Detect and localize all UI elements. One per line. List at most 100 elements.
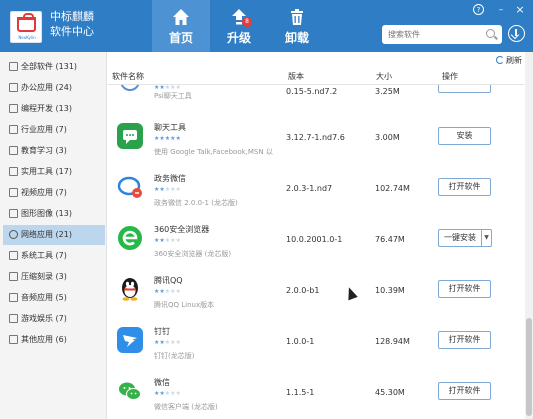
sidebar-item-label: 音频应用 (5) <box>21 293 67 302</box>
app-title: 中标麒麟 软件中心 <box>50 9 94 39</box>
gamepad-icon <box>9 314 18 323</box>
scrollbar-thumb[interactable] <box>526 318 532 416</box>
app-version: 2.0.3-1.nd7 <box>286 184 333 193</box>
image-icon <box>9 209 18 218</box>
category-sidebar: 全部软件 (131) 办公应用 (24) 编程开发 (13) 行业应用 (7) … <box>0 52 107 419</box>
sidebar-item-system[interactable]: 系统工具 (7) <box>3 246 105 266</box>
sidebar-item-label: 编程开发 (13) <box>21 104 72 113</box>
system-icon <box>9 251 18 260</box>
other-icon <box>9 335 18 344</box>
app-size: 10.39M <box>375 286 405 295</box>
sidebar-item-all[interactable]: 全部软件 (131) <box>3 57 105 77</box>
grid-icon <box>9 62 18 71</box>
sidebar-item-industry[interactable]: 行业应用 (7) <box>3 120 105 140</box>
sidebar-item-office[interactable]: 办公应用 (24) <box>3 78 105 98</box>
sidebar-item-label: 网络应用 (21) <box>21 230 72 239</box>
wechat-app-icon <box>117 378 143 404</box>
gov-wechat-app-icon <box>117 174 143 200</box>
app-description: 政务微信 2.0.0-1 (龙芯版) <box>154 199 238 207</box>
app-size: 45.30M <box>375 388 405 397</box>
app-name: 聊天工具 <box>154 123 186 132</box>
sidebar-item-audio[interactable]: 音频应用 (5) <box>3 288 105 308</box>
table-row[interactable]: ★★★★★ Psi聊天工具 0.15-5.nd7.2 3.25M <box>108 68 524 100</box>
logo-text: NeoKylin <box>18 35 36 40</box>
360-browser-icon <box>118 226 142 250</box>
tab-home[interactable]: 首页 <box>152 0 210 52</box>
video-icon <box>9 188 18 197</box>
sidebar-item-label: 压缩刻录 (3) <box>21 272 67 281</box>
industry-icon <box>9 125 18 134</box>
chevron-down-icon[interactable]: ▼ <box>482 229 492 247</box>
app-name: 政务微信 <box>154 174 186 183</box>
sidebar-item-label: 视频应用 (7) <box>21 188 67 197</box>
penguin-icon <box>122 278 138 301</box>
shopping-bag-icon <box>17 13 36 32</box>
title-bar: NeoKylin 中标麒麟 软件中心 首页 8 升级 卸载 ? – × <box>0 0 533 52</box>
sidebar-item-education[interactable]: 教育学习 (3) <box>3 141 105 161</box>
sidebar-item-graphics[interactable]: 图形图像 (13) <box>3 204 105 224</box>
sidebar-item-games[interactable]: 游戏娱乐 (7) <box>3 309 105 329</box>
code-icon <box>9 104 18 113</box>
rating-stars: ★★★★★ <box>154 288 181 295</box>
app-version: 10.0.2001.0-1 <box>286 235 343 244</box>
sidebar-item-label: 办公应用 (24) <box>21 83 72 92</box>
sidebar-item-label: 行业应用 (7) <box>21 125 67 134</box>
sidebar-item-programming[interactable]: 编程开发 (13) <box>3 99 105 119</box>
minimize-button[interactable]: – <box>495 4 507 16</box>
music-icon <box>9 293 18 302</box>
open-app-button[interactable]: 打开软件 <box>438 382 491 400</box>
refresh-button[interactable]: 刷新 <box>496 55 522 66</box>
table-row[interactable]: 钉钉 ★★★★★ 钉钉(龙芯版) 1.0.0-1 128.94M 打开软件 <box>108 319 524 370</box>
app-version: 3.12.7-1.nd7.6 <box>286 133 345 142</box>
app-logo: NeoKylin <box>10 11 42 43</box>
help-button[interactable]: ? <box>473 4 484 15</box>
open-app-button[interactable]: 打开软件 <box>438 280 491 298</box>
table-row[interactable]: 政务微信 ★★★★★ 政务微信 2.0.0-1 (龙芯版) 2.0.3-1.nd… <box>108 166 524 217</box>
app-version: 0.15-5.nd7.2 <box>286 87 338 96</box>
upgrade-count-badge: 8 <box>242 17 252 27</box>
sidebar-item-label: 教育学习 (3) <box>21 146 67 155</box>
app-size: 128.94M <box>375 337 410 346</box>
row-visible-area: ★★★★★ Psi聊天工具 0.15-5.nd7.2 3.25M <box>108 85 524 100</box>
search-icon[interactable] <box>486 29 495 38</box>
sidebar-item-compression[interactable]: 压缩刻录 (3) <box>3 267 105 287</box>
trash-icon <box>291 9 303 25</box>
qq-app-icon <box>117 276 143 302</box>
globe-icon <box>9 230 18 239</box>
close-button[interactable]: × <box>514 4 526 16</box>
app-title-line2: 软件中心 <box>50 25 94 38</box>
wechat-icon <box>119 382 141 400</box>
app-version: 1.1.5-1 <box>286 388 315 397</box>
rating-stars: ★★★★★ <box>154 135 181 142</box>
office-icon <box>9 83 18 92</box>
open-app-button[interactable]: 打开软件 <box>438 331 491 349</box>
app-size: 76.47M <box>375 235 405 244</box>
rating-stars: ★★★★★ <box>154 390 181 397</box>
open-app-button[interactable]: 打开软件 <box>438 178 491 196</box>
app-version: 2.0.0-b1 <box>286 286 320 295</box>
search-input[interactable] <box>388 27 478 42</box>
sidebar-item-utilities[interactable]: 实用工具 (17) <box>3 162 105 182</box>
app-description: Psi聊天工具 <box>154 92 192 100</box>
dingtalk-icon <box>123 335 137 347</box>
table-row[interactable]: 微信 ★★★★★ 微信客户端 (龙芯版) 1.1.5-1 45.30M 打开软件 <box>108 370 524 419</box>
refresh-icon <box>496 56 504 64</box>
sidebar-item-video[interactable]: 视频应用 (7) <box>3 183 105 203</box>
action-button[interactable] <box>438 85 491 93</box>
download-icon[interactable] <box>508 25 525 42</box>
tab-upgrade[interactable]: 8 升级 <box>210 0 268 52</box>
sidebar-item-label: 图形图像 (13) <box>21 209 72 218</box>
archive-icon <box>9 272 18 281</box>
education-icon <box>9 146 18 155</box>
table-row[interactable]: 360安全浏览器 ★★★★★ 360安全浏览器 (龙芯版) 10.0.2001.… <box>108 217 524 268</box>
table-row[interactable]: 聊天工具 ★★★★★ 使用 Google Talk,Facebook,MSN 以… <box>108 115 524 166</box>
sidebar-item-label: 其他应用 (6) <box>21 335 67 344</box>
install-button[interactable]: 安装 <box>438 127 491 145</box>
vertical-scrollbar[interactable] <box>525 52 533 419</box>
sidebar-item-network[interactable]: 网络应用 (21) <box>3 225 105 245</box>
one-click-install-button[interactable]: 一键安装 <box>438 229 482 247</box>
tab-uninstall[interactable]: 卸载 <box>268 0 326 52</box>
app-description: 使用 Google Talk,Facebook,MSN 以 <box>154 148 273 156</box>
table-row[interactable]: 腾讯QQ ★★★★★ 腾讯QQ Linux版本 2.0.0-b1 10.39M … <box>108 268 524 319</box>
sidebar-item-other[interactable]: 其他应用 (6) <box>3 330 105 350</box>
